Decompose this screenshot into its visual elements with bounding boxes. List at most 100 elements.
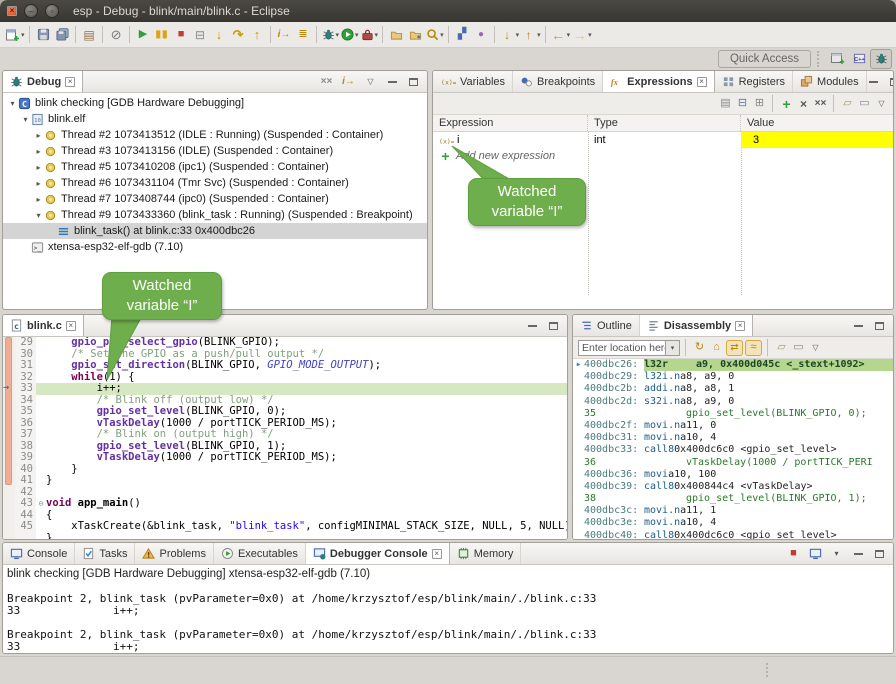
tree-expander-icon[interactable]: ▸ [33, 131, 44, 140]
debug-perspective-button[interactable] [870, 49, 892, 69]
dropdown-arrow-icon[interactable]: ▾ [21, 31, 25, 39]
add-expression-button[interactable]: + [779, 96, 794, 112]
minimize-button[interactable] [385, 74, 399, 90]
close-icon[interactable]: × [65, 77, 75, 87]
open-type-button[interactable] [387, 25, 406, 45]
tab-debug[interactable]: Debug× [3, 71, 83, 92]
collapse-all-button[interactable]: ⊟ [735, 96, 750, 112]
new-view-button[interactable]: ▱ [774, 340, 789, 356]
step-filters-button[interactable]: ≣ [294, 25, 313, 45]
dropdown-arrow-icon[interactable]: ▾ [336, 31, 340, 39]
suspend-button[interactable]: ▮▮ [153, 25, 172, 45]
breakpoint-instruction-pointer-icon[interactable]: → [3, 382, 15, 394]
close-window-button[interactable]: × [7, 6, 17, 16]
dropdown-arrow-icon[interactable]: ▾ [440, 31, 444, 39]
disassembly-line[interactable]: 400dbc33:call80x400dc6c0 <gpio_set_level… [573, 444, 893, 456]
column-header-expression[interactable]: Expression [433, 115, 588, 131]
tab-variables[interactable]: (x)=Variables [433, 71, 513, 92]
dropdown-arrow-icon[interactable]: ▾ [375, 31, 379, 39]
disassembly-line[interactable]: 400dbc2f:movi.na11, 0 [573, 420, 893, 432]
tab-modules[interactable]: Modules [793, 71, 867, 92]
forward-button[interactable]: →▾ [571, 25, 593, 45]
quick-access-button[interactable]: Quick Access [718, 50, 811, 68]
debug-tree-item[interactable]: ▸Thread #2 1073413512 (IDLE : Running) (… [3, 127, 427, 143]
code-editor[interactable]: →29 gpio_pad_select_gpio(BLINK_GPIO);30 … [3, 337, 567, 540]
minimize-button[interactable] [851, 318, 865, 334]
column-header-value[interactable]: Value [741, 115, 893, 131]
dropdown-arrow-icon[interactable]: ▾ [355, 31, 359, 39]
detach-view-button[interactable]: ▭ [857, 96, 872, 112]
step-over-button[interactable]: ↷ [229, 25, 248, 45]
cpp-perspective-button[interactable]: C++ [848, 49, 870, 69]
code-line[interactable]: 45 xTaskCreate(&blink_task, "blink_task"… [3, 521, 567, 533]
debug-tree-item[interactable]: ▸Thread #6 1073431104 (Tmr Svc) (Suspend… [3, 175, 427, 191]
mark-occurrences-button[interactable]: ● [472, 25, 491, 45]
tab-expressions[interactable]: fxExpressions× [603, 71, 714, 92]
minimize-button[interactable] [867, 74, 881, 90]
tab-tasks[interactable]: Tasks [75, 543, 135, 564]
code-line[interactable]: } [3, 533, 567, 541]
step-return-button[interactable]: ↑ [248, 25, 267, 45]
tree-layout-button[interactable]: ⊞ [752, 96, 767, 112]
terminate-button[interactable]: ■ [786, 546, 801, 562]
expression-row[interactable]: (x)=iint3 [433, 132, 893, 148]
open-perspective-button[interactable] [826, 48, 848, 68]
tab-blink-c[interactable]: cblink.c× [3, 315, 84, 336]
instruction-stepping-button[interactable]: i→ [275, 25, 294, 45]
run-button[interactable]: ▾ [340, 25, 360, 45]
close-icon[interactable]: × [66, 321, 76, 331]
location-combo[interactable]: Enter location here▾ [578, 340, 680, 356]
fold-marker-icon[interactable]: ⊖ [36, 498, 46, 510]
code-line[interactable]: 40 } [3, 464, 567, 476]
tab-executables[interactable]: Executables [214, 543, 306, 564]
build-button[interactable]: ▤ [80, 25, 99, 45]
debug-tree-item[interactable]: >_xtensa-esp32-elf-gdb (7.10) [3, 239, 427, 255]
column-header-type[interactable]: Type [588, 115, 741, 131]
console-output[interactable]: Breakpoint 2, blink_task (pvParameter=0x… [3, 581, 893, 653]
display-console-button[interactable] [808, 546, 822, 562]
tab-breakpoints[interactable]: Breakpoints [513, 71, 603, 92]
disassembly-line[interactable]: ▶400dbc26:l32ra9, 0x400d045c <_stext+109… [573, 359, 893, 371]
disassembly-line[interactable]: 35gpio_set_level(BLINK_GPIO, 0); [573, 408, 893, 420]
save-all-button[interactable] [53, 25, 72, 45]
tab-registers[interactable]: Registers [715, 71, 793, 92]
tab-console[interactable]: Console [3, 543, 75, 564]
disassembly-line[interactable]: 400dbc2b:addi.na8, a8, 1 [573, 383, 893, 395]
disassembly-line[interactable]: 400dbc39:call80x400844c4 <vTaskDelay> [573, 481, 893, 493]
disassembly-listing[interactable]: ▶400dbc26:l32ra9, 0x400d045c <_stext+109… [573, 359, 893, 540]
previous-annotation-button[interactable]: ↑▾ [520, 25, 542, 45]
open-resource-button[interactable] [406, 25, 425, 45]
tree-expander-icon[interactable]: ▸ [33, 195, 44, 204]
disassembly-line[interactable]: 400dbc40:call80x400dc6c0 <gpio_set_level… [573, 530, 893, 540]
debug-button[interactable]: ▾ [321, 25, 341, 45]
debug-tree-item[interactable]: ▾Thread #9 1073433360 (blink_task : Runn… [3, 207, 427, 223]
save-button[interactable] [34, 25, 53, 45]
next-annotation-button[interactable]: ↓▾ [499, 25, 521, 45]
new-wizard-button[interactable]: ▾ [4, 25, 26, 45]
tab-problems[interactable]: Problems [135, 543, 213, 564]
refresh-button[interactable]: ↻ [692, 340, 707, 356]
disassembly-line[interactable]: 400dbc3e:movi.na10, 4 [573, 517, 893, 529]
debug-tree-item[interactable]: ▾10blink.elf [3, 111, 427, 127]
view-menu-button[interactable]: ▽ [808, 340, 823, 356]
add-new-expression-row[interactable]: +Add new expression [433, 148, 893, 164]
dropdown-arrow-icon[interactable]: ▾ [588, 31, 592, 39]
minimize-window-button[interactable]: – [24, 4, 38, 18]
remove-all-expressions-button[interactable]: ×× [813, 96, 828, 112]
skip-all-breakpoints-button[interactable]: ⊘ [107, 25, 126, 45]
search-button[interactable]: ▾ [425, 25, 445, 45]
tree-expander-icon[interactable]: ▾ [20, 115, 31, 124]
instruction-stepping-button[interactable]: i→ [341, 74, 356, 90]
maximize-button[interactable] [872, 318, 886, 334]
maximize-button[interactable] [872, 546, 886, 562]
tree-expander-icon[interactable]: ▸ [33, 163, 44, 172]
debug-tree-item[interactable]: ▸Thread #3 1073413156 (IDLE) (Suspended … [3, 143, 427, 159]
dropdown-arrow-icon[interactable]: ▾ [516, 31, 520, 39]
sync-selection-button[interactable]: ⇄ [726, 340, 743, 356]
show-type-names-button[interactable]: ▤ [718, 96, 733, 112]
debug-tree-item[interactable]: blink_task() at blink.c:33 0x400dbc26 [3, 223, 427, 239]
disassembly-line[interactable]: 400dbc29:l32i.na8, a9, 0 [573, 371, 893, 383]
terminate-button[interactable]: ■ [172, 25, 191, 45]
disassembly-line[interactable]: 400dbc2d:s32i.na8, a9, 0 [573, 396, 893, 408]
disassembly-line[interactable]: 400dbc3c:movi.na11, 1 [573, 505, 893, 517]
